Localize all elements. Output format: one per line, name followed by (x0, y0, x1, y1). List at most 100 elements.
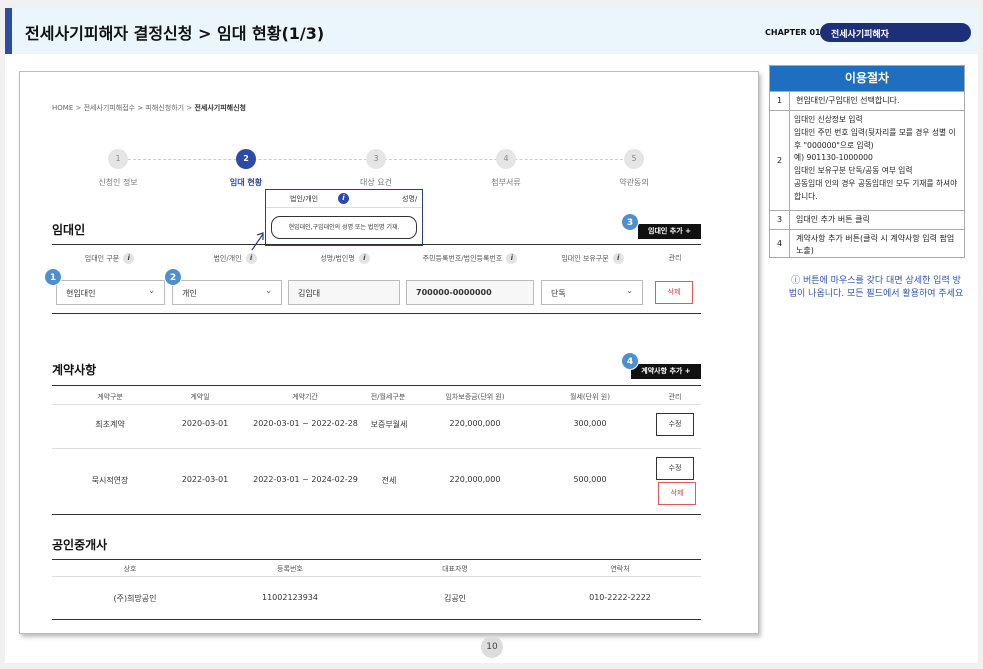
slide-page: 전세사기피해자 결정신청 > 임대 현황(1/3) CHAPTER 01 전세사… (5, 8, 978, 663)
deposit-cell: 220,000,000 (449, 419, 501, 428)
col-landlord-type-label: 임대인 구분 (84, 254, 120, 263)
landlord-divider-bottom (52, 313, 701, 314)
contract-header-divider (52, 404, 701, 405)
deposit-cell: 220,000,000 (449, 475, 501, 484)
contract-kind-cell: 최초계약 (95, 420, 125, 429)
col-manage: 관리 (668, 254, 682, 262)
col-person-type: 법인/개인 i (180, 253, 290, 264)
contract-date-cell: 2022-03-01 (181, 475, 229, 484)
procedure-panel: 이용절차 1 현임대인/구임대인 선택합니다. 2 임대인 신상정보 입력 임대… (769, 65, 965, 258)
delete-landlord-button[interactable]: 삭제 (655, 281, 693, 304)
info-icon[interactable]: i (358, 253, 370, 264)
col-contract-manage: 관리 (668, 393, 682, 401)
procedure-row-text: 계약사항 추가 버튼(클릭 시 계약사항 입력 팝업 노출) (796, 234, 955, 255)
procedure-row-num: 3 (770, 211, 790, 229)
info-icon[interactable]: i (612, 253, 624, 264)
col-id-number: 주민등록번호/법인등록번호 i (405, 253, 535, 264)
slide-header: 전세사기피해자 결정신청 > 임대 현황(1/3) CHAPTER 01 전세사… (5, 8, 978, 54)
col-name: 성명/법인명 i (290, 253, 400, 264)
info-icon[interactable]: i (338, 193, 349, 204)
contract-section-title: 계약사항 (52, 363, 97, 377)
col-broker-phone: 연락처 (610, 565, 630, 573)
contract-divider-top (52, 385, 701, 386)
step-badge-3: 3 (621, 213, 639, 231)
person-type-value: 개인 (182, 289, 197, 298)
step-5-circle: 5 (624, 149, 644, 169)
help-tooltip-popup: 법인/개인 i 성명/ 현임대인,구임대인의 성명 또는 법인명 기재. (265, 189, 423, 246)
step-badge-1: 1 (44, 268, 62, 286)
broker-name-cell: (주)희망공인 (113, 594, 157, 603)
step-5-label: 약관동의 (619, 178, 649, 187)
ownership-select[interactable]: 단독 ⌄ (541, 280, 643, 305)
col-landlord-type: 임대인 구분 i (52, 253, 167, 264)
breadcrumb-item-2[interactable]: 피해신청하기 (145, 104, 184, 112)
edit-contract-button[interactable]: 수정 (656, 413, 694, 436)
step-badge-4: 4 (621, 352, 639, 370)
lease-type-cell: 보증부월세 (370, 420, 408, 429)
broker-section-title: 공인중개사 (52, 538, 108, 552)
procedure-row-text: 임대인 신상정보 입력 임대인 주민 번호 입력(뒷자리를 모를 경우 성별 이… (794, 115, 958, 201)
contract-period-cell: 2020-03-01 ~ 2022-02-28 (253, 419, 358, 428)
info-icon[interactable]: i (245, 253, 257, 264)
landlord-section-title: 임대인 (52, 223, 86, 237)
chapter-label: CHAPTER 01 (765, 28, 821, 37)
col-broker-reg: 등록번호 (277, 565, 303, 573)
broker-header-divider (52, 576, 701, 577)
step-2-circle: 2 (236, 149, 256, 169)
chevron-down-icon: ⌄ (148, 286, 155, 295)
ownership-value: 단독 (551, 289, 566, 298)
tooltip-text: 현임대인,구임대인의 성명 또는 법인명 기재. (271, 216, 417, 239)
tooltip-col-person: 법인/개인 (290, 195, 319, 203)
chapter-name-pill: 전세사기피해자 (820, 23, 971, 42)
add-contract-button[interactable]: 계약사항 추가 + (631, 364, 701, 379)
add-landlord-button[interactable]: 임대인 추가 + (638, 224, 701, 239)
col-ownership-label: 임대인 보유구분 (561, 254, 609, 263)
person-type-select[interactable]: 개인 ⌄ (172, 280, 282, 305)
procedure-row-4: 4 계약사항 추가 버튼(클릭 시 계약사항 입력 팝업 노출) (770, 229, 964, 258)
contract-kind-cell: 묵시적연장 (91, 476, 129, 485)
broker-divider-bottom (52, 619, 701, 620)
breadcrumb-item-1[interactable]: 전세사기피해접수 (84, 104, 136, 112)
monthly-rent-cell: 500,000 (573, 475, 607, 484)
form-screenshot: HOME > 전세사기피해접수 > 피해신청하기 > 전세사기피해신청 1 2 … (19, 71, 759, 634)
col-broker-rep: 대표자명 (442, 565, 468, 573)
step-4-label: 첨부서류 (491, 178, 521, 187)
info-icon[interactable]: i (123, 253, 135, 264)
col-person-type-label: 법인/개인 (213, 254, 242, 263)
step-1-label: 신청인 정보 (98, 178, 138, 187)
col-ownership: 임대인 보유구분 i (540, 253, 645, 264)
breadcrumb-home[interactable]: HOME (52, 104, 73, 112)
chevron-down-icon: ⌄ (265, 286, 272, 295)
breadcrumb-separator: > (137, 104, 144, 112)
col-broker-name: 상호 (123, 565, 137, 573)
tooltip-col-name: 성명/ (402, 195, 418, 203)
contract-period-cell: 2022-03-01 ~ 2024-02-29 (253, 475, 358, 484)
step-badge-2: 2 (164, 268, 182, 286)
procedure-row-text: 현임대인/구임대인 선택합니다. (796, 96, 900, 105)
contract-divider-bottom (52, 514, 701, 515)
delete-contract-button[interactable]: 삭제 (658, 482, 696, 505)
breadcrumb-separator: > (186, 104, 193, 112)
landlord-type-select[interactable]: 현임대인 ⌄ (56, 280, 165, 305)
landlord-id-input[interactable]: 700000-0000000 (406, 280, 534, 305)
contract-date-cell: 2020-03-01 (181, 419, 229, 428)
breadcrumb-separator: > (75, 104, 82, 112)
col-deposit: 임차보증금(단위 원) (445, 393, 505, 401)
step-1-circle: 1 (108, 149, 128, 169)
broker-phone-cell: 010-2222-2222 (589, 593, 651, 602)
page-number: 10 (481, 636, 503, 658)
landlord-name-input[interactable]: 김임대 (288, 280, 400, 305)
page-title: 전세사기피해자 결정신청 > 임대 현황(1/3) (25, 24, 325, 43)
info-icon[interactable]: i (506, 253, 518, 264)
landlord-divider-top (52, 244, 701, 245)
monthly-rent-cell: 300,000 (573, 419, 607, 428)
lease-type-cell: 전세 (381, 476, 397, 485)
breadcrumb: HOME > 전세사기피해접수 > 피해신청하기 > 전세사기피해신청 (52, 103, 246, 113)
edit-contract-button[interactable]: 수정 (656, 457, 694, 480)
pointer-arrow-icon (251, 232, 264, 251)
col-lease-type: 전/월세구분 (370, 393, 406, 401)
procedure-row-num: 4 (770, 230, 790, 258)
procedure-row-num: 1 (770, 92, 790, 110)
step-3-label: 대상 요건 (360, 178, 392, 187)
procedure-row-1: 1 현임대인/구임대인 선택합니다. (770, 91, 964, 110)
